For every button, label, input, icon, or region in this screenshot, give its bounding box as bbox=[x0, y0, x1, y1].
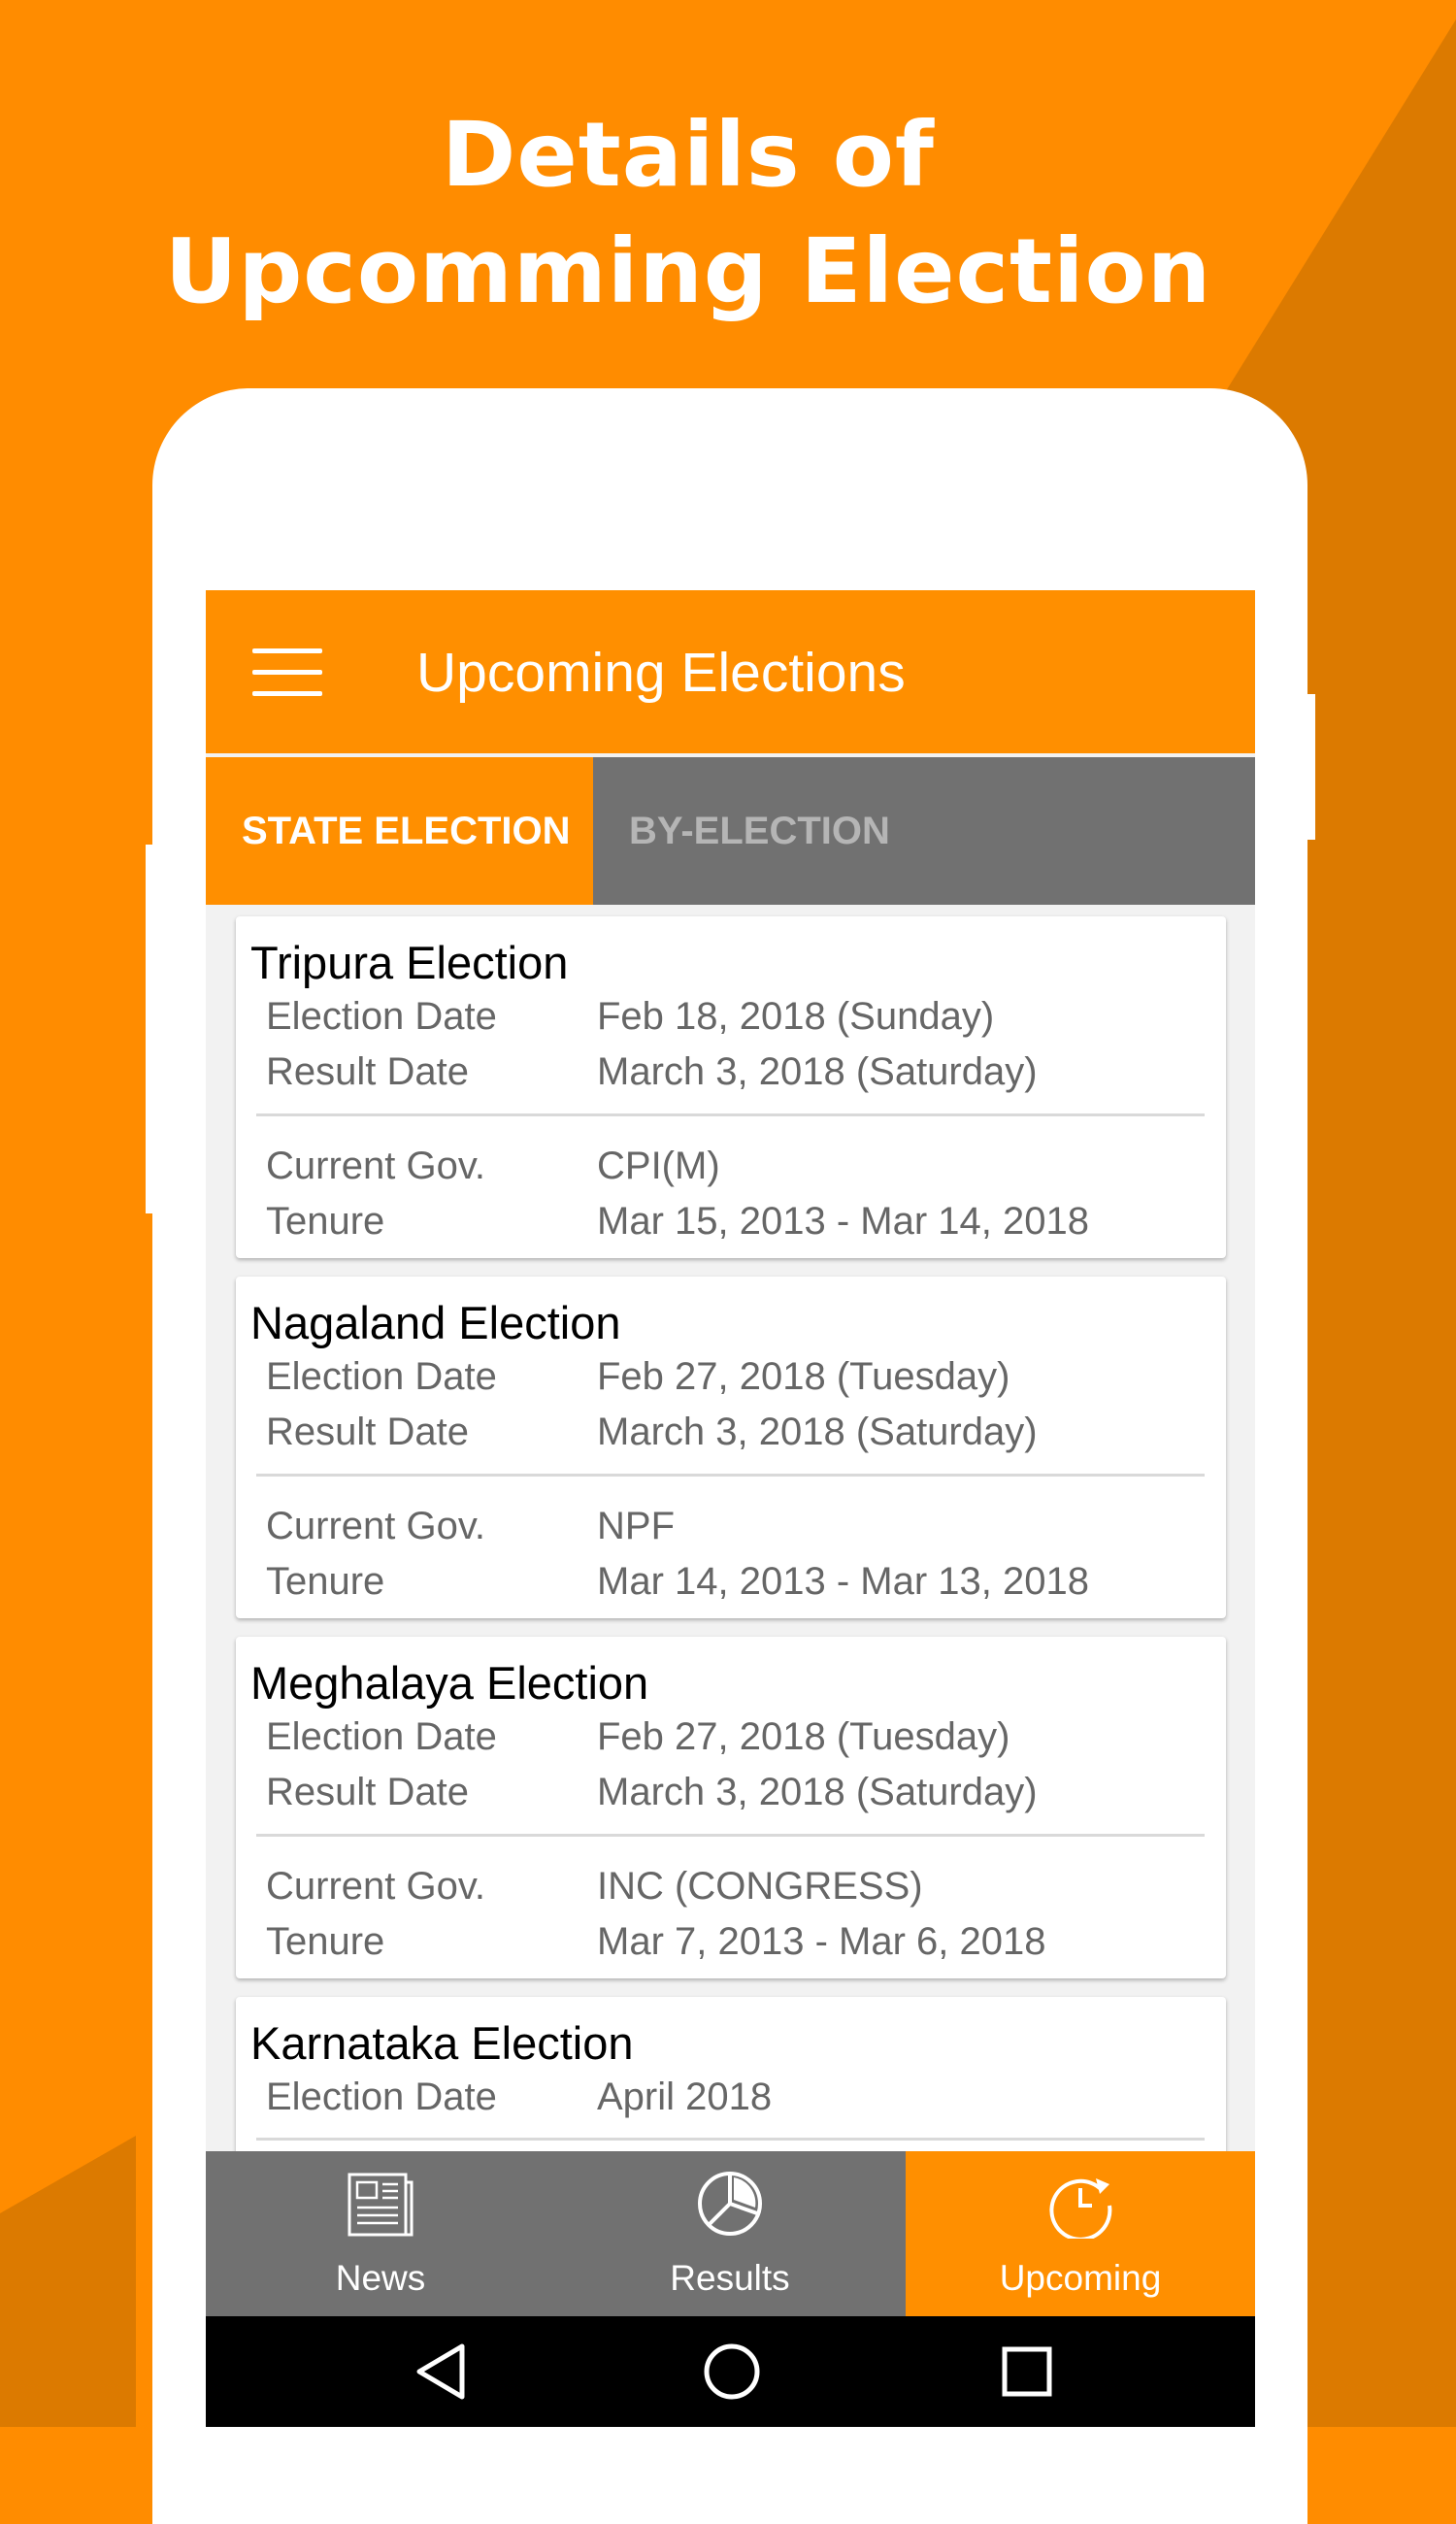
home-circle-icon[interactable] bbox=[701, 2341, 763, 2403]
result-date-label: Result Date bbox=[266, 1411, 469, 1453]
election-card-tripura[interactable]: Tripura Election Election Date Feb 18, 2… bbox=[236, 916, 1226, 1258]
election-card-nagaland[interactable]: Nagaland Election Election Date Feb 27, … bbox=[236, 1277, 1226, 1618]
nav-news-label: News bbox=[335, 2258, 426, 2298]
current-gov-label: Current Gov. bbox=[266, 1505, 485, 1547]
clock-refresh-icon bbox=[1049, 2178, 1112, 2239]
card-divider bbox=[256, 2138, 1205, 2141]
election-list[interactable]: Tripura Election Election Date Feb 18, 2… bbox=[206, 905, 1255, 2157]
tenure-label: Tenure bbox=[266, 1560, 385, 1603]
pie-chart-icon bbox=[698, 2172, 762, 2236]
election-date-label: Election Date bbox=[266, 1715, 497, 1758]
tenure-value: Mar 7, 2013 - Mar 6, 2018 bbox=[597, 1920, 1046, 1963]
hamburger-icon[interactable] bbox=[252, 645, 322, 699]
bottom-navigation: News Results Upcoming bbox=[206, 2151, 1255, 2316]
election-date-label: Election Date bbox=[266, 1355, 497, 1398]
app-screen: Upcoming Elections STATE ELECTION BY-ELE… bbox=[206, 590, 1255, 2427]
election-date-value: Feb 18, 2018 (Sunday) bbox=[597, 995, 995, 1038]
election-title: Meghalaya Election bbox=[250, 1657, 649, 1709]
election-date-value: April 2018 bbox=[597, 2076, 773, 2118]
result-date-value: March 3, 2018 (Saturday) bbox=[597, 1411, 1038, 1453]
result-date-label: Result Date bbox=[266, 1050, 469, 1093]
election-date-label: Election Date bbox=[266, 2076, 497, 2118]
tab-by-election[interactable]: BY-ELECTION bbox=[593, 757, 1255, 905]
card-divider bbox=[256, 1113, 1205, 1116]
tenure-label: Tenure bbox=[266, 1200, 385, 1243]
election-title: Karnataka Election bbox=[250, 2017, 634, 2069]
result-date-value: March 3, 2018 (Saturday) bbox=[597, 1050, 1038, 1093]
result-date-value: March 3, 2018 (Saturday) bbox=[597, 1771, 1038, 1813]
app-title: Upcoming Elections bbox=[416, 642, 906, 704]
current-gov-label: Current Gov. bbox=[266, 1865, 485, 1908]
current-gov-value: CPI(M) bbox=[597, 1145, 720, 1187]
card-divider bbox=[256, 1834, 1205, 1837]
tab-state-election[interactable]: STATE ELECTION bbox=[206, 757, 593, 905]
system-navigation-bar bbox=[206, 2316, 1255, 2427]
nav-upcoming[interactable]: Upcoming bbox=[906, 2151, 1255, 2316]
tenure-label: Tenure bbox=[266, 1920, 385, 1963]
card-divider bbox=[256, 1474, 1205, 1477]
election-tabs: STATE ELECTION BY-ELECTION bbox=[206, 757, 1255, 905]
back-triangle-icon[interactable] bbox=[412, 2341, 470, 2403]
current-gov-value: NPF bbox=[597, 1505, 675, 1547]
result-date-label: Result Date bbox=[266, 1771, 469, 1813]
election-card-meghalaya[interactable]: Meghalaya Election Election Date Feb 27,… bbox=[236, 1637, 1226, 1978]
tenure-value: Mar 15, 2013 - Mar 14, 2018 bbox=[597, 1200, 1089, 1243]
election-title: Nagaland Election bbox=[250, 1297, 621, 1348]
nav-results[interactable]: Results bbox=[555, 2151, 905, 2316]
nav-upcoming-label: Upcoming bbox=[999, 2258, 1162, 2298]
nav-results-label: Results bbox=[670, 2258, 790, 2298]
promo-line-1: Details of bbox=[442, 103, 935, 207]
election-card-karnataka[interactable]: Karnataka Election Election Date April 2… bbox=[236, 1997, 1226, 2157]
current-gov-label: Current Gov. bbox=[266, 1145, 485, 1187]
nav-news[interactable]: News bbox=[206, 2151, 555, 2316]
promo-headline: Details of Upcomming Election bbox=[0, 97, 1376, 330]
app-bar: Upcoming Elections bbox=[206, 590, 1255, 753]
promo-line-2: Upcomming Election bbox=[164, 219, 1212, 323]
election-date-value: Feb 27, 2018 (Tuesday) bbox=[597, 1355, 1010, 1398]
tenure-value: Mar 14, 2013 - Mar 13, 2018 bbox=[597, 1560, 1089, 1603]
election-title: Tripura Election bbox=[250, 937, 569, 988]
current-gov-value: INC (CONGRESS) bbox=[597, 1865, 923, 1908]
election-date-value: Feb 27, 2018 (Tuesday) bbox=[597, 1715, 1010, 1758]
election-date-label: Election Date bbox=[266, 995, 497, 1038]
newspaper-icon bbox=[347, 2173, 414, 2237]
recents-square-icon[interactable] bbox=[996, 2341, 1058, 2403]
